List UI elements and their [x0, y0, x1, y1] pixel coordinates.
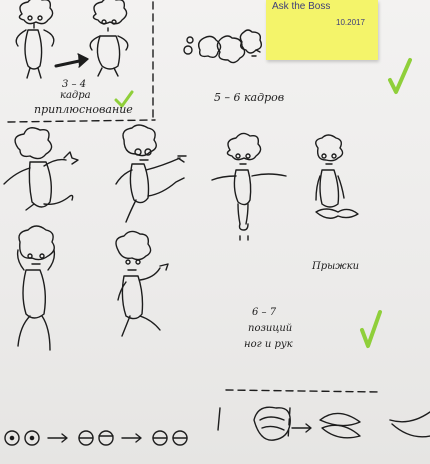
label-poses-line2: ног и рук — [244, 339, 293, 350]
figure-squashed — [89, 0, 129, 77]
sticky-note: Ask the Boss 10.2017 — [266, 0, 378, 60]
label-frames-3-4: 3 – 4 — [62, 79, 87, 90]
sticky-note-date: 10.2017 — [336, 18, 365, 27]
sketch-drawing — [3, 0, 430, 446]
sticky-note-title: Ask the Boss — [272, 1, 331, 12]
tick-mark — [217, 407, 221, 431]
label-frames-5-6: 5 – 6 кадров — [214, 91, 285, 104]
frame-divider-horizontal — [7, 119, 156, 123]
figure-squat-1 — [16, 225, 56, 351]
label-squash: приплюснование — [34, 103, 133, 116]
check-mark — [360, 310, 382, 348]
figure-standing-1 — [15, 0, 55, 79]
particle-sequence — [183, 29, 263, 64]
figure-jump-3 — [211, 132, 287, 241]
label-poses-line1: позиций — [248, 323, 293, 334]
figure-jump-1 — [3, 127, 79, 211]
figure-jump-2 — [115, 124, 187, 223]
label-frames-word: кадра — [60, 90, 91, 101]
label-poses-count: 6 – 7 — [252, 307, 277, 318]
frame-divider-bottom — [225, 389, 381, 393]
figure-squat-2 — [115, 230, 169, 337]
sketch-sheet: Ask the Boss 10.2017 3 – 4 кадра приплюс… — [0, 0, 430, 464]
hair-shape-sequence — [253, 406, 430, 441]
figure-landing — [315, 134, 359, 219]
label-jumps: Прыжки — [312, 261, 360, 272]
check-mark — [388, 58, 412, 94]
eye-blink-sequence — [4, 430, 188, 446]
